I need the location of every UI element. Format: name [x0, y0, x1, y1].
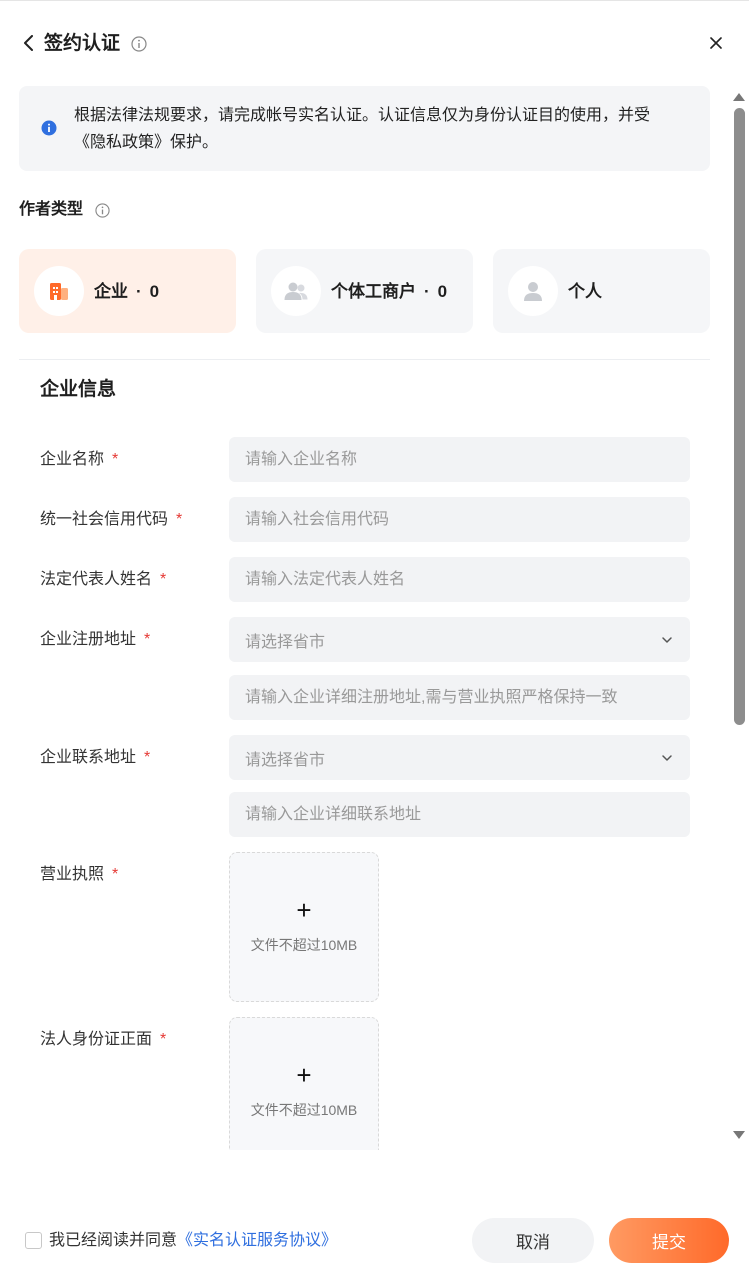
chevron-down-icon: [660, 633, 674, 647]
scroll-up-arrow[interactable]: [733, 93, 745, 101]
upload-hint: 文件不超过10MB: [250, 1102, 358, 1118]
contact-address-detail-input[interactable]: [229, 792, 690, 837]
info-icon[interactable]: [131, 36, 147, 52]
upload-hint: 文件不超过10MB: [250, 937, 358, 953]
author-type-label: 作者类型: [19, 201, 84, 218]
card-label: 个人: [568, 282, 602, 301]
back-arrow-icon[interactable]: [18, 32, 40, 54]
id-front-upload[interactable]: + 文件不超过10MB: [229, 1017, 379, 1167]
notice-text: 根据法律法规要求，请完成帐号实名认证。认证信息仅为身份认证目的使用，并受《隐私政…: [74, 107, 651, 151]
card-label: 企业 · 0: [94, 282, 160, 301]
scroll-down-arrow[interactable]: [733, 1131, 745, 1139]
plus-icon: +: [296, 895, 312, 925]
submit-button[interactable]: 提交: [609, 1218, 729, 1263]
info-icon[interactable]: [95, 203, 110, 218]
notice-banner: 根据法律法规要求，请完成帐号实名认证。认证信息仅为身份认证目的使用，并受《隐私政…: [19, 86, 710, 171]
reg-address-label: 企业注册地址 *: [40, 631, 151, 648]
credit-code-label: 统一社会信用代码 *: [40, 511, 183, 528]
chevron-down-icon: [660, 751, 674, 765]
building-icon: [34, 266, 84, 316]
cancel-button[interactable]: 取消: [472, 1218, 594, 1263]
credit-code-input[interactable]: [229, 497, 690, 542]
close-icon[interactable]: [706, 33, 726, 53]
agree-text: 我已经阅读并同意《实名认证服务协议》: [49, 1232, 338, 1249]
type-card-individual-business[interactable]: 个体工商户 · 0: [256, 249, 473, 333]
type-card-personal[interactable]: 个人: [493, 249, 710, 333]
agreement-link[interactable]: 《实名认证服务协议》: [177, 1232, 337, 1249]
reg-province-select[interactable]: 请选择省市: [229, 617, 690, 662]
page-title: 签约认证: [44, 33, 121, 54]
legal-rep-label: 法定代表人姓名 *: [40, 571, 167, 588]
contact-province-select[interactable]: 请选择省市: [229, 735, 690, 780]
type-card-enterprise[interactable]: 企业 · 0: [19, 249, 236, 333]
info-circle-icon: [41, 120, 57, 136]
plus-icon: +: [296, 1060, 312, 1090]
divider: [19, 359, 710, 360]
header: 签约认证: [0, 22, 749, 66]
select-placeholder: 请选择省市: [245, 751, 326, 769]
select-placeholder: 请选择省市: [245, 633, 326, 651]
top-border: [0, 0, 749, 1]
scrollbar-thumb[interactable]: [734, 108, 745, 725]
reg-address-detail-input[interactable]: [229, 675, 690, 720]
company-name-label: 企业名称 *: [40, 451, 119, 468]
agree-checkbox[interactable]: [25, 1232, 42, 1249]
card-label: 个体工商户 · 0: [331, 282, 448, 301]
section-title: 企业信息: [40, 379, 117, 400]
license-upload[interactable]: + 文件不超过10MB: [229, 852, 379, 1002]
user-icon: [508, 266, 558, 316]
license-label: 营业执照 *: [40, 866, 119, 883]
id-front-label: 法人身份证正面 *: [40, 1031, 167, 1048]
legal-rep-input[interactable]: [229, 557, 690, 602]
contact-address-label: 企业联系地址 *: [40, 749, 151, 766]
users-icon: [271, 266, 321, 316]
footer: 我已经阅读并同意《实名认证服务协议》 取消 提交: [0, 1150, 749, 1282]
company-name-input[interactable]: [229, 437, 690, 482]
